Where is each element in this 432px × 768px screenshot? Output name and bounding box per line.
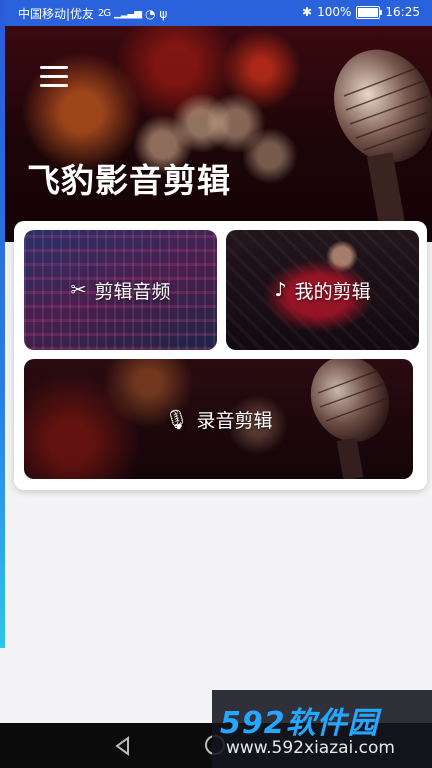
network-type: 2G [98, 8, 111, 19]
app-title: 飞豹影音剪辑 [27, 161, 231, 200]
back-icon[interactable] [113, 736, 133, 756]
menu-icon[interactable] [40, 66, 68, 88]
battery-icon [356, 5, 383, 19]
cut-audio-tile[interactable]: ✂ 剪辑音频 [24, 230, 217, 350]
status-right: ✱ 100% 16:25 [302, 5, 420, 19]
battery-percent: 100% [317, 5, 352, 19]
clock: 16:25 [385, 5, 420, 19]
carrier-text: 中国移动|优友 [18, 7, 95, 21]
signal-icon: ▁▂▃▅ [114, 8, 142, 19]
record-edit-tile[interactable]: 🎙 录音剪辑 [24, 359, 413, 479]
my-edits-label-group: ♪ 我的剪辑 [274, 277, 370, 304]
cut-audio-label: 剪辑音频 [94, 280, 171, 303]
my-edits-tile[interactable]: ♪ 我的剪辑 [226, 230, 419, 350]
wifi-icon: ◔ [144, 6, 156, 21]
scissors-icon: ✂ [70, 279, 87, 301]
record-edit-label: 录音剪辑 [196, 409, 273, 432]
bluetooth-icon: ✱ [302, 5, 313, 19]
status-left: 中国移动|优友 2G ▁▂▃▅ ◔ ψ [18, 5, 167, 22]
microphone-illustration [334, 49, 432, 242]
feature-card: ✂ 剪辑音频 ♪ 我的剪辑 🎙 录音剪辑 [14, 221, 427, 490]
music-note-icon: ♪ [274, 279, 287, 301]
watermark-url: www.592xiazai.com [226, 738, 395, 758]
record-edit-label-group: 🎙 录音剪辑 [164, 406, 272, 433]
watermark: 592软件园 www.592xiazai.com [212, 690, 432, 768]
microphone-illustration-small [310, 359, 390, 479]
microphone-icon: 🎙 [164, 408, 189, 431]
usb-icon: ψ [159, 6, 168, 21]
cut-audio-label-group: ✂ 剪辑音频 [71, 277, 171, 304]
my-edits-label: 我的剪辑 [294, 280, 371, 303]
status-bar: 中国移动|优友 2G ▁▂▃▅ ◔ ψ ✱ 100% 16:25 [0, 0, 432, 26]
watermark-title: 592软件园 [220, 706, 379, 741]
header-banner: 飞豹影音剪辑 [5, 26, 432, 242]
left-accent-stripe [0, 0, 5, 648]
